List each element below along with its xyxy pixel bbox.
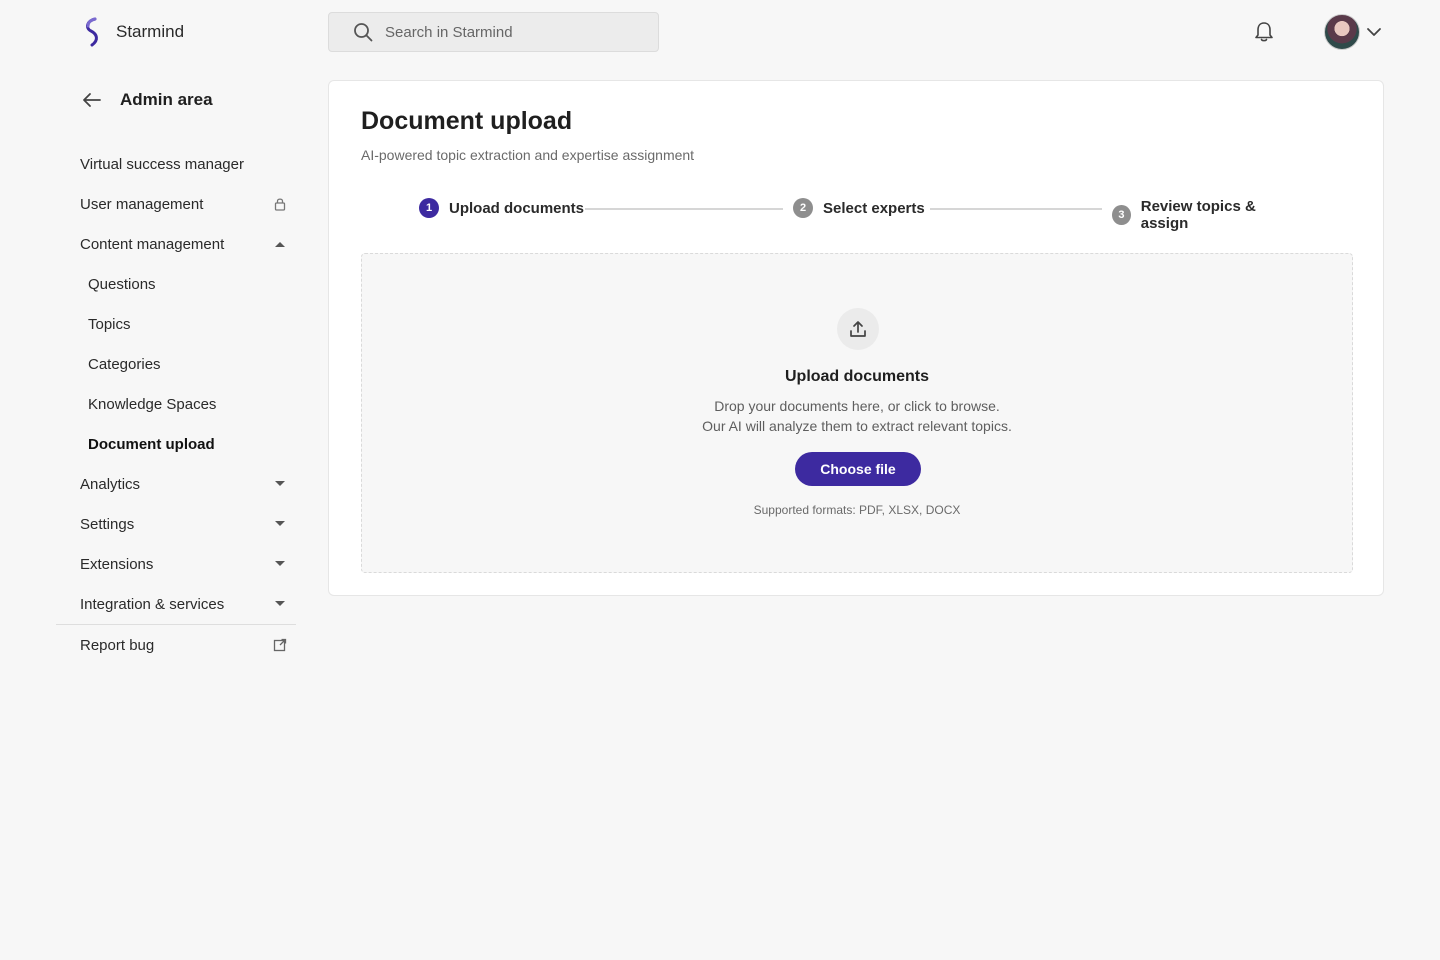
user-menu[interactable] xyxy=(1324,14,1382,50)
sidebar-item-analytics[interactable]: Analytics xyxy=(56,464,296,504)
sidebar-item-label: User management xyxy=(80,195,204,213)
arrow-left-icon[interactable] xyxy=(82,92,102,108)
avatar xyxy=(1324,14,1360,50)
sidebar: Admin area Virtual success manager User … xyxy=(56,80,296,665)
dropzone-description: Our AI will analyze them to extract rele… xyxy=(702,418,1012,434)
sidebar-item-report-bug[interactable]: Report bug xyxy=(56,625,296,665)
sidebar-item-label: Content management xyxy=(80,235,225,253)
sidebar-item-label: Extensions xyxy=(80,555,154,573)
logo[interactable]: Starmind xyxy=(80,16,184,48)
sidebar-item-content-management[interactable]: Content management xyxy=(56,224,296,264)
app-name: Starmind xyxy=(116,22,185,41)
search-icon xyxy=(354,23,373,42)
step-number: 2 xyxy=(793,198,813,218)
sidebar-item-label: Knowledge Spaces xyxy=(88,395,217,413)
sidebar-item-categories[interactable]: Categories xyxy=(56,344,296,384)
choose-file-button[interactable]: Choose file xyxy=(795,452,921,486)
sidebar-item-integration-services[interactable]: Integration & services xyxy=(56,584,296,624)
step-label: Review topics & assign xyxy=(1140,198,1256,232)
sidebar-item-document-upload[interactable]: Document upload xyxy=(56,424,296,464)
caret-down-icon xyxy=(272,516,288,532)
step-upload-documents: 1 Upload documents xyxy=(419,198,584,218)
sidebar-item-label: Questions xyxy=(88,275,156,293)
sidebar-item-virtual-success-manager[interactable]: Virtual success manager xyxy=(56,144,296,184)
sidebar-header: Admin area xyxy=(56,80,296,120)
sidebar-item-label: Integration & services xyxy=(80,595,225,613)
sidebar-title: Admin area xyxy=(120,90,213,109)
lock-icon xyxy=(272,196,288,212)
step-connector xyxy=(930,208,1102,210)
sidebar-item-label: Settings xyxy=(80,515,135,533)
sidebar-item-knowledge-spaces[interactable]: Knowledge Spaces xyxy=(56,384,296,424)
dropzone-description: Drop your documents here, or click to br… xyxy=(714,398,1000,414)
external-link-icon xyxy=(272,637,288,653)
search-bar[interactable] xyxy=(328,12,659,52)
supported-formats: Supported formats: PDF, XLSX, DOCX xyxy=(753,503,961,517)
document-upload-card: Document upload AI-powered topic extract… xyxy=(328,80,1384,596)
sidebar-item-questions[interactable]: Questions xyxy=(56,264,296,304)
top-bar: Starmind xyxy=(0,0,1440,64)
upload-dropzone[interactable]: Upload documents Drop your documents her… xyxy=(361,253,1353,573)
page-title: Document upload xyxy=(361,107,573,135)
sidebar-item-label: Document upload xyxy=(88,435,215,453)
sidebar-item-label: Report bug xyxy=(80,636,155,654)
step-number: 1 xyxy=(419,198,439,218)
caret-down-icon xyxy=(272,556,288,572)
sidebar-item-label: Analytics xyxy=(80,475,141,493)
sidebar-item-settings[interactable]: Settings xyxy=(56,504,296,544)
upload-icon-circle xyxy=(837,308,879,350)
caret-up-icon xyxy=(272,236,288,252)
stepper: 1 Upload documents 2 Select experts 3 Re… xyxy=(417,198,1297,232)
sidebar-item-label: Virtual success manager xyxy=(80,155,244,173)
page-subtitle: AI-powered topic extraction and expertis… xyxy=(361,147,695,163)
starmind-logo-icon xyxy=(86,17,98,47)
step-connector xyxy=(585,208,783,210)
caret-down-icon xyxy=(272,476,288,492)
step-review-topics: 3 Review topics & assign xyxy=(1112,198,1297,232)
dropzone-title: Upload documents xyxy=(784,368,929,385)
sidebar-item-extensions[interactable]: Extensions xyxy=(56,544,296,584)
chevron-down-icon xyxy=(1367,28,1381,36)
step-number: 3 xyxy=(1112,205,1131,225)
sidebar-item-label: Topics xyxy=(88,315,131,333)
search-input[interactable] xyxy=(385,23,635,41)
step-select-experts: 2 Select experts xyxy=(793,198,925,218)
step-label: Select experts xyxy=(823,199,925,217)
upload-icon xyxy=(850,321,866,337)
sidebar-item-topics[interactable]: Topics xyxy=(56,304,296,344)
bell-icon[interactable] xyxy=(1254,21,1274,43)
sidebar-item-label: Categories xyxy=(88,355,161,373)
step-label: Upload documents xyxy=(449,199,585,217)
caret-down-icon xyxy=(272,596,288,612)
sidebar-item-user-management[interactable]: User management xyxy=(56,184,296,224)
